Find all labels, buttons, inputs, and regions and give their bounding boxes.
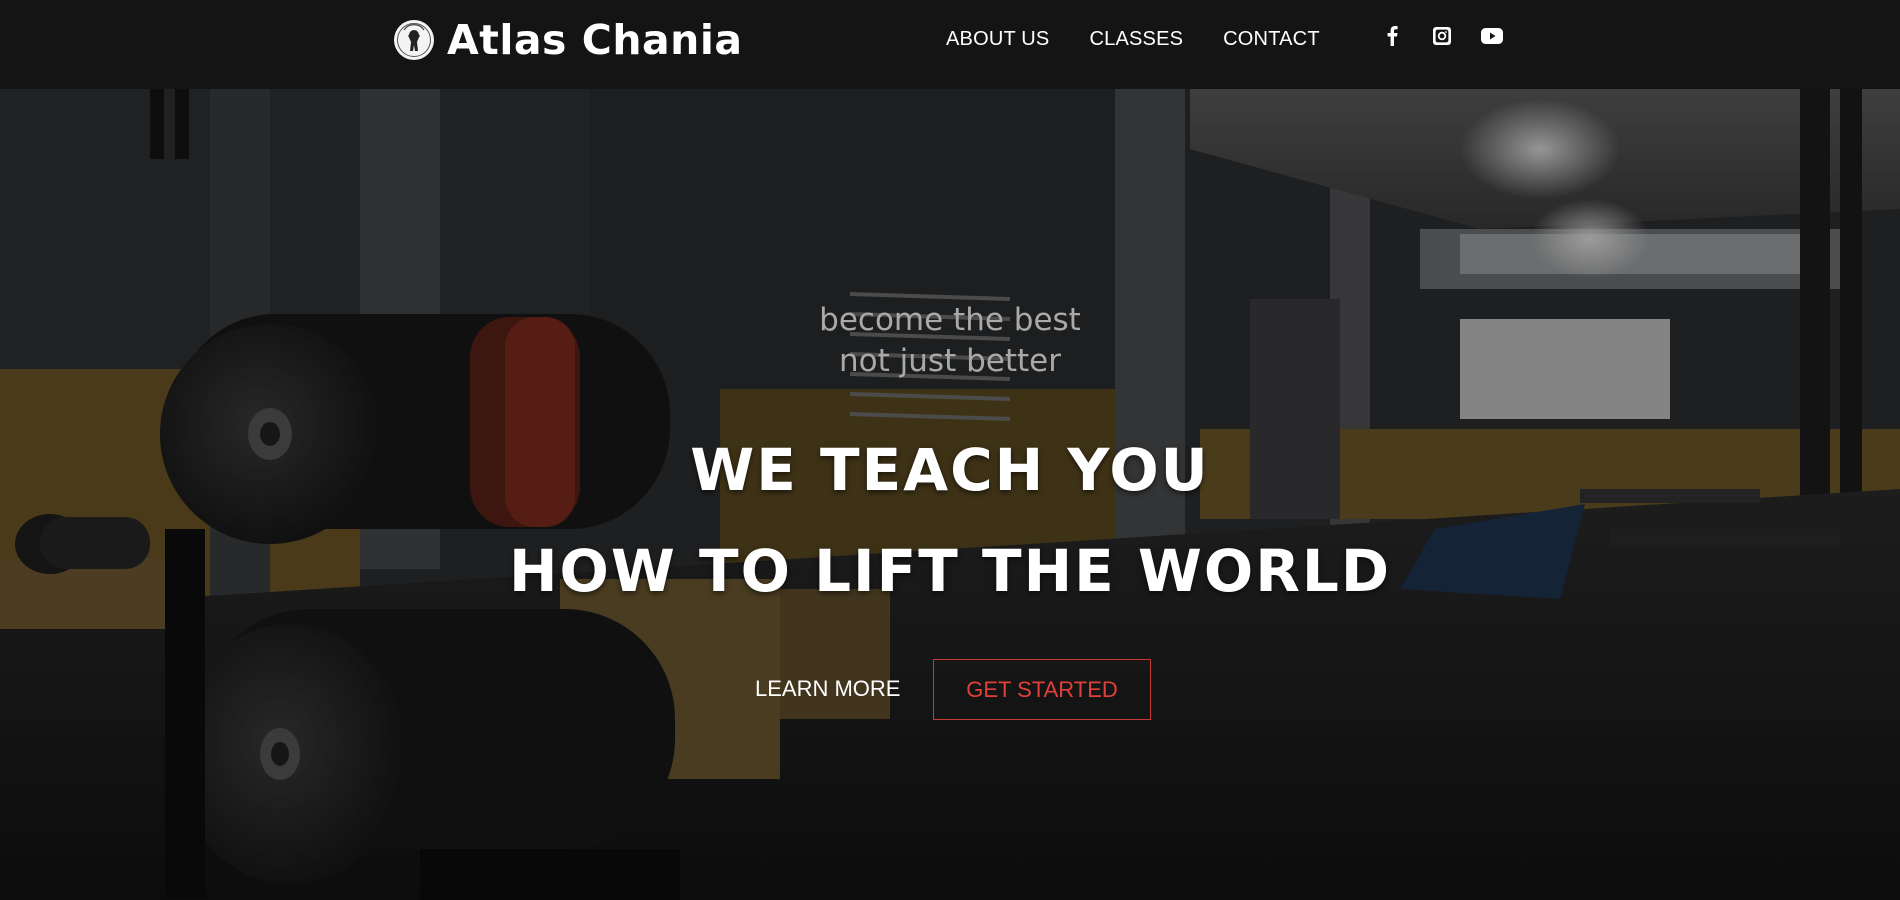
facebook-icon[interactable] xyxy=(1380,24,1403,47)
get-started-button[interactable]: GET STARTED xyxy=(933,659,1151,720)
main-nav: ABOUT US CLASSES CONTACT xyxy=(946,28,1320,51)
brand-link[interactable]: Atlas Chania xyxy=(394,16,743,64)
brand-name: Atlas Chania xyxy=(447,16,743,64)
nav-item-contact[interactable]: CONTACT xyxy=(1223,28,1320,51)
youtube-icon[interactable] xyxy=(1480,24,1503,47)
hero-headline-line1: WE TEACH YOU xyxy=(690,436,1210,504)
site-header: Atlas Chania ABOUT US CLASSES CONTACT xyxy=(0,0,1900,89)
learn-more-button[interactable]: LEARN MORE xyxy=(755,659,900,719)
hero-section: become the best not just better WE TEACH… xyxy=(0,89,1900,900)
logo-icon xyxy=(394,20,434,60)
social-links xyxy=(1380,24,1503,47)
nav-item-about-us[interactable]: ABOUT US xyxy=(946,28,1049,51)
hero-tagline-line1: become the best xyxy=(819,302,1081,338)
hero-headline-line2: HOW TO LIFT THE WORLD xyxy=(509,537,1391,605)
page: Atlas Chania ABOUT US CLASSES CONTACT be… xyxy=(0,0,1900,900)
nav-item-classes[interactable]: CLASSES xyxy=(1089,28,1183,51)
hero-tagline-line2: not just better xyxy=(839,343,1061,379)
instagram-icon[interactable] xyxy=(1430,24,1453,47)
